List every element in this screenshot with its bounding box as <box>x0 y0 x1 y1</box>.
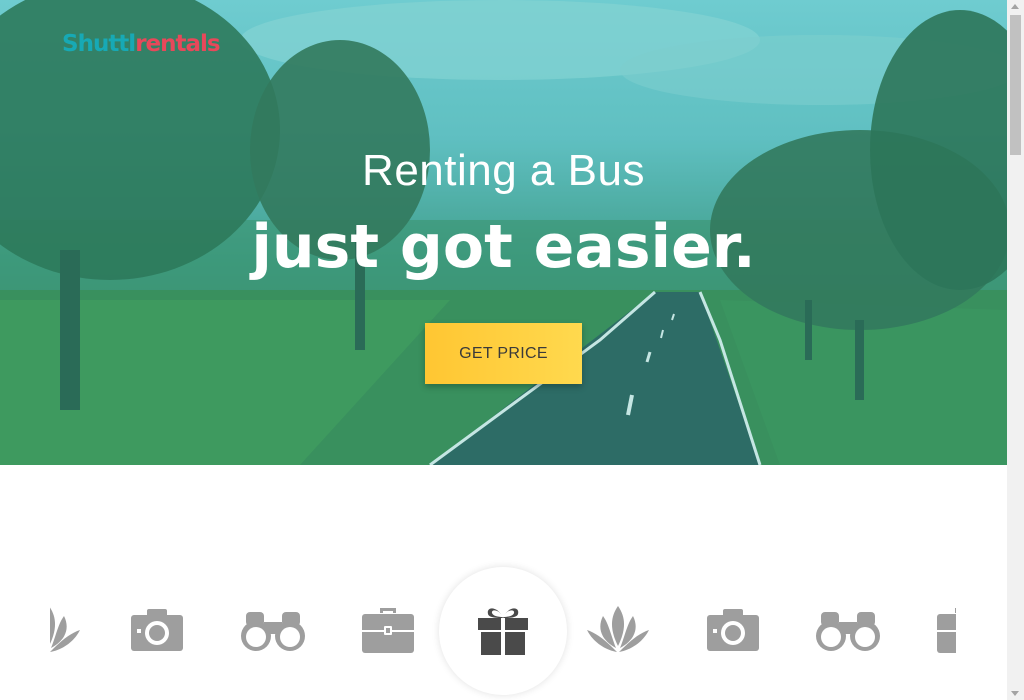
lotus-icon[interactable] <box>583 600 653 660</box>
scroll-down-arrow-icon[interactable] <box>1011 691 1019 696</box>
site-logo[interactable]: Shuttlrentals <box>62 31 221 57</box>
briefcase-icon[interactable] <box>928 600 956 660</box>
camera-icon[interactable] <box>698 600 768 660</box>
lotus-icon[interactable] <box>50 600 84 660</box>
category-icon-carousel <box>50 560 956 700</box>
scroll-up-arrow-icon[interactable] <box>1011 4 1019 9</box>
hero-banner: Shuttlrentals Renting a Bus just got eas… <box>0 0 1007 465</box>
hero-headline-line2: just got easier. <box>251 212 756 282</box>
briefcase-icon[interactable] <box>353 600 423 660</box>
gift-icon[interactable] <box>468 600 538 660</box>
binoculars-icon[interactable] <box>238 600 308 660</box>
logo-part-2: rentals <box>135 31 220 57</box>
scroll-thumb[interactable] <box>1010 15 1021 155</box>
get-price-button[interactable]: GET PRICE <box>425 323 582 384</box>
hero-headline-line1: Renting a Bus <box>362 146 645 195</box>
logo-part-1: Shuttl <box>62 31 136 57</box>
page: Shuttlrentals Renting a Bus just got eas… <box>0 0 1007 700</box>
camera-icon[interactable] <box>122 600 192 660</box>
binoculars-icon[interactable] <box>813 600 883 660</box>
page-scrollbar[interactable] <box>1007 0 1024 700</box>
